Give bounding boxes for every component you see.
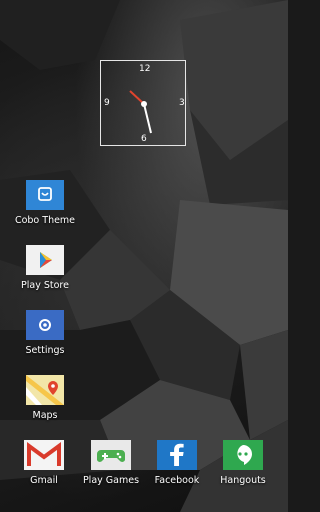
settings-icon — [26, 310, 64, 340]
clock-number-6: 6 — [141, 134, 147, 144]
app-label: Hangouts — [220, 475, 266, 486]
app-settings[interactable]: Settings — [13, 310, 77, 356]
app-gmail[interactable]: Gmail — [12, 440, 76, 486]
clock-number-9: 9 — [104, 98, 110, 108]
play-games-icon — [91, 440, 131, 470]
maps-icon — [26, 375, 64, 405]
cobo-theme-icon — [26, 180, 64, 210]
clock-number-12: 12 — [139, 64, 151, 74]
app-label: Play Games — [82, 475, 140, 486]
app-hangouts[interactable]: Hangouts — [211, 440, 275, 486]
app-label: Gmail — [30, 475, 58, 486]
clock-number-3: 3 — [179, 98, 185, 108]
app-maps[interactable]: Maps — [13, 375, 77, 421]
analog-clock-widget[interactable]: 12 3 6 9 — [100, 60, 186, 146]
hangouts-icon — [223, 440, 263, 470]
app-cobo-theme[interactable]: Cobo Theme — [13, 180, 77, 226]
app-play-games[interactable]: Play Games — [79, 440, 143, 486]
app-facebook[interactable]: Facebook — [145, 440, 209, 486]
gmail-icon — [24, 440, 64, 470]
app-label: Facebook — [154, 475, 200, 486]
app-label: Settings — [25, 345, 65, 356]
app-play-store[interactable]: Play Store — [13, 245, 77, 291]
app-label: Play Store — [21, 280, 69, 291]
app-label: Maps — [32, 410, 58, 421]
app-label: Cobo Theme — [14, 215, 76, 226]
facebook-icon — [157, 440, 197, 470]
play-store-icon — [26, 245, 64, 275]
